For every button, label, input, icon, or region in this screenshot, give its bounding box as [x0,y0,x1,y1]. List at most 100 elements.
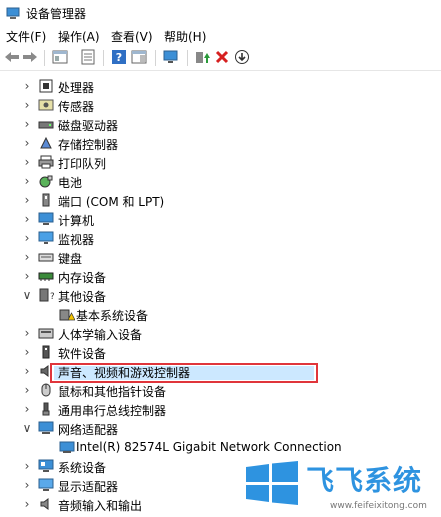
other-devices-icon: ? [38,288,55,302]
uninstall-x-icon[interactable] [213,48,231,66]
tree-category-row[interactable]: › 系统设备 [0,457,440,476]
sound-icon [38,364,54,378]
tree-category-row[interactable]: › 计算机 [0,210,440,229]
tree-category-row[interactable]: › 音频输入和输出 [0,495,440,514]
chevron-right-icon[interactable]: › [22,230,32,246]
display-adapter-icon [38,478,54,492]
chevron-down-icon[interactable]: ∨ [22,420,32,436]
computer-icon [38,212,54,226]
chevron-right-icon[interactable]: › [22,477,32,493]
tree-category-label: 打印队列 [58,157,107,171]
toolbar-separator [187,50,188,66]
mouse-icon [38,383,54,397]
tree-category-row[interactable]: ∨ 网络适配器 [0,419,440,438]
back-arrow-icon[interactable] [3,48,21,66]
scan-hardware-icon[interactable] [162,48,180,66]
svg-text:?: ? [116,51,122,64]
tree-device-label: Intel(R) 82574L Gigabit Network Connecti… [76,440,342,454]
menu-help[interactable]: 帮助(H) [162,28,208,45]
action-pane-icon[interactable] [130,48,148,66]
tree-category-label: 音频输入和输出 [58,499,143,513]
chevron-right-icon[interactable]: › [22,97,32,113]
help-icon[interactable]: ? [110,48,128,66]
chevron-right-icon[interactable]: › [22,249,32,265]
title-bar: 设备管理器 [0,0,441,26]
tree-category-row[interactable]: ∨? 其他设备 [0,286,440,305]
tree-category-row[interactable]: › 电池 [0,172,440,191]
network-card-icon [59,440,75,454]
chevron-right-icon[interactable]: › [22,154,32,170]
chevron-right-icon[interactable]: › [22,116,32,132]
device-tree[interactable]: › 处理器 › 传感器 › 磁盘驱动器 › 存储控制器 › 打印队列 › 电池 › 端口 (COM 和 L… [0,70,441,517]
properties-icon[interactable] [79,48,97,66]
toolbar-separator [44,50,45,66]
chevron-right-icon[interactable]: › [22,458,32,474]
tree-category-row[interactable]: › 监视器 [0,229,440,248]
tree-category-label: 磁盘驱动器 [58,119,119,133]
memory-icon [38,269,54,283]
chevron-down-icon[interactable]: ∨ [22,287,32,303]
tree-category-row[interactable]: › 键盘 [0,248,440,267]
tree-category-row[interactable]: › 存储控制器 [0,134,440,153]
update-driver-icon[interactable] [193,48,211,66]
tree-category-label: 软件设备 [58,347,107,361]
menu-bar: 文件(F) 操作(A) 查看(V) 帮助(H) [0,26,441,46]
tree-category-label: 传感器 [58,100,95,114]
chevron-right-icon[interactable]: › [22,192,32,208]
menu-file[interactable]: 文件(F) [4,28,48,45]
tree-category-row[interactable]: › 处理器 [0,77,440,96]
tree-category-label: 人体学输入设备 [58,328,143,342]
tree-category-label: 监视器 [58,233,95,247]
chevron-right-icon[interactable]: › [22,344,32,360]
tree-category-row[interactable]: › 打印队列 [0,153,440,172]
sensor-icon [38,98,54,112]
tree-category-label: 处理器 [58,81,95,95]
hid-icon [38,326,54,340]
warning-device-icon [59,307,76,321]
tree-device-label: 基本系统设备 [76,309,149,323]
chevron-right-icon[interactable]: › [22,173,32,189]
toolbar-separator [103,50,104,66]
chevron-right-icon[interactable]: › [22,78,32,94]
show-hide-tree-icon[interactable] [51,48,69,66]
tree-category-row[interactable]: › 传感器 [0,96,440,115]
printer-icon [38,155,54,169]
tree-device-row[interactable]: Intel(R) 82574L Gigabit Network Connecti… [0,438,440,457]
tree-category-row[interactable]: › 内存设备 [0,267,440,286]
port-icon [38,193,54,207]
tree-category-label: 键盘 [58,252,83,266]
chevron-right-icon[interactable]: › [22,363,32,379]
chevron-right-icon[interactable]: › [22,496,32,512]
audio-io-icon [38,497,54,511]
chevron-right-icon[interactable]: › [22,325,32,341]
chevron-right-icon[interactable]: › [22,268,32,284]
tree-category-label: 显示适配器 [58,480,119,494]
forward-arrow-icon[interactable] [21,48,39,66]
keyboard-icon [38,250,54,264]
tree-category-row[interactable]: › 端口 (COM 和 LPT) [0,191,440,210]
chevron-right-icon[interactable]: › [22,382,32,398]
tree-device-row[interactable]: 基本系统设备 [0,305,440,324]
device-manager-app-icon [6,6,20,23]
disable-device-icon[interactable] [233,48,251,66]
tree-category-row[interactable]: › 人体学输入设备 [0,324,440,343]
tree-category-label: 鼠标和其他指针设备 [58,385,167,399]
tree-category-label: 声音、视频和游戏控制器 [58,366,191,380]
software-device-icon [38,345,54,359]
chevron-right-icon[interactable]: › [22,211,32,227]
tree-category-row[interactable]: › 显示适配器 [0,476,440,495]
chevron-right-icon[interactable]: › [22,135,32,151]
tree-category-row[interactable]: › 软件设备 [0,343,440,362]
tree-category-label: 内存设备 [58,271,107,285]
tree-category-row[interactable]: › 声音、视频和游戏控制器 [0,362,440,381]
tree-category-row[interactable]: › 鼠标和其他指针设备 [0,381,440,400]
toolbar-separator [155,50,156,66]
tree-category-row[interactable]: › 磁盘驱动器 [0,115,440,134]
toolbar: ? [0,46,441,70]
menu-action[interactable]: 操作(A) [56,28,102,45]
menu-view[interactable]: 查看(V) [109,28,155,45]
network-adapter-icon [38,421,54,435]
chevron-right-icon[interactable]: › [22,401,32,417]
monitor-icon [38,231,54,245]
tree-category-row[interactable]: › 通用串行总线控制器 [0,400,440,419]
